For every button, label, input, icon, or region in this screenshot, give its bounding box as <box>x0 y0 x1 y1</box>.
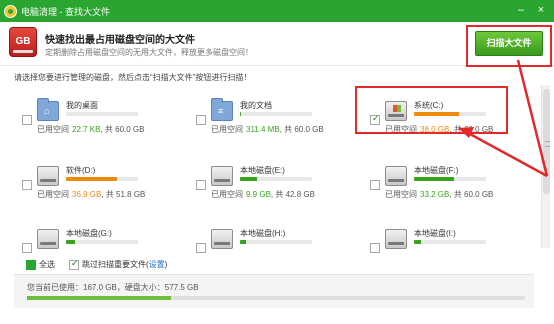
arrow-line-right <box>516 59 549 177</box>
disk-usage-fill <box>27 296 171 300</box>
disk-usage-summary: 您当前已使用：167.0 GB，硬盘大小：577.5 GB <box>27 283 199 292</box>
settings-link[interactable]: 设置 <box>149 259 165 270</box>
select-all-label: 全选 <box>39 260 55 269</box>
arrow-head <box>458 127 474 138</box>
skip-important-files-checkbox[interactable] <box>69 258 79 270</box>
skip-suffix: ) <box>164 260 168 269</box>
arrow-line-to-drive <box>469 132 548 178</box>
select-all-checkbox[interactable] <box>26 259 36 270</box>
skip-important-files-label: 跳过扫描重要文件( <box>82 260 149 269</box>
footer-options: 全选 跳过扫描重要文件( 设置 ) <box>26 258 168 270</box>
disk-usage-bar <box>27 296 525 300</box>
disk-usage-panel: 您当前已使用：167.0 GB，硬盘大小：577.5 GB <box>14 274 534 308</box>
